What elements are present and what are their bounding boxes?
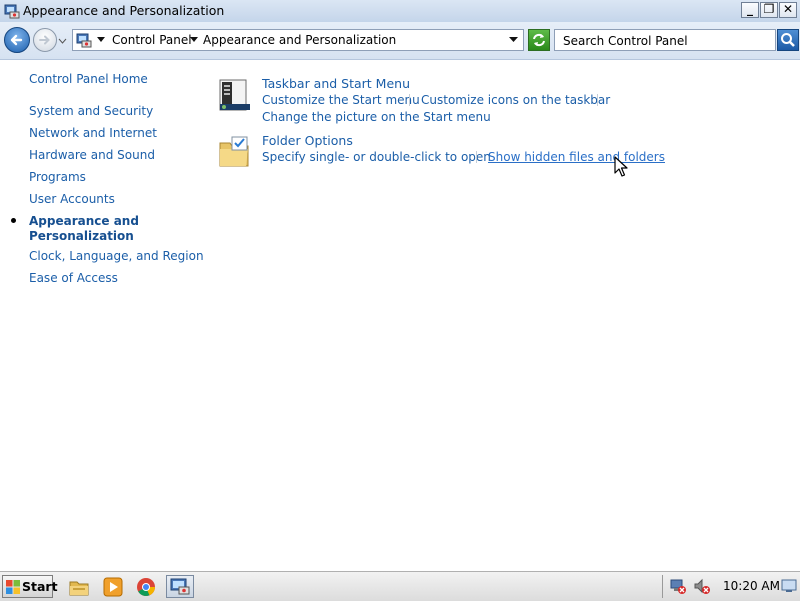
search-input[interactable]: Search Control Panel <box>554 29 776 51</box>
main-content: Taskbar and Start Menu Customize the Sta… <box>210 60 800 570</box>
breadcrumb-control-panel[interactable]: Control Panel <box>112 33 192 47</box>
sidebar-item-hardware-sound[interactable]: Hardware and Sound <box>29 148 155 162</box>
control-panel-home-link[interactable]: Control Panel Home <box>29 72 148 86</box>
sidebar-item-appearance-current[interactable]: Appearance and Personalization <box>29 214 139 244</box>
explorer-icon[interactable] <box>68 576 90 598</box>
task-customize-taskbar-icons[interactable]: Customize icons on the taskbar <box>421 93 610 107</box>
sidebar-item-clock-language-region[interactable]: Clock, Language, and Region <box>29 249 204 263</box>
sidebar-item-system-security[interactable]: System and Security <box>29 104 153 118</box>
forward-button[interactable] <box>33 28 57 52</box>
refresh-button[interactable] <box>528 29 550 51</box>
task-single-double-click[interactable]: Specify single- or double-click to open <box>262 150 491 164</box>
control-panel-icon <box>4 4 20 19</box>
recent-pages-dropdown[interactable] <box>58 37 67 45</box>
maximize-button[interactable]: ❐ <box>760 2 778 18</box>
arrow-right-icon <box>39 35 50 45</box>
address-bar[interactable]: Control Panel Appearance and Personaliza… <box>72 29 524 51</box>
navigation-bar: Control Panel Appearance and Personaliza… <box>0 22 800 60</box>
title-bar: Appearance and Personalization _ ❐ ✕ <box>0 0 800 23</box>
sidebar-item-ease-of-access[interactable]: Ease of Access <box>29 271 118 285</box>
taskbar-icon[interactable] <box>218 78 252 112</box>
task-separator <box>476 151 477 163</box>
back-button[interactable] <box>4 27 30 53</box>
sidebar-item-label: Appearance and <box>29 214 139 228</box>
task-separator <box>597 94 598 106</box>
clock[interactable]: 10:20 AM <box>723 579 780 593</box>
volume-muted-icon[interactable] <box>693 577 711 595</box>
start-label: Start <box>22 579 58 594</box>
category-taskbar-start-menu[interactable]: Taskbar and Start Menu <box>262 76 410 91</box>
chevron-down-icon[interactable] <box>97 37 105 43</box>
task-change-start-menu-picture[interactable]: Change the picture on the Start menu <box>262 110 491 124</box>
sidebar-item-user-accounts[interactable]: User Accounts <box>29 192 115 206</box>
control-panel-taskbar-button[interactable] <box>166 575 194 598</box>
task-customize-start-menu[interactable]: Customize the Start menu <box>262 93 420 107</box>
system-tray: 10:20 AM <box>662 575 798 598</box>
chrome-icon[interactable] <box>135 576 157 598</box>
network-disconnected-icon[interactable] <box>669 577 687 595</box>
left-navigation-pane: Control Panel Home System and Security N… <box>0 60 204 570</box>
task-show-hidden-files[interactable]: Show hidden files and folders <box>488 150 665 164</box>
start-button[interactable]: Start <box>2 575 58 598</box>
folder-options-icon[interactable] <box>218 135 252 169</box>
chevron-down-icon[interactable] <box>190 37 198 43</box>
search-button[interactable] <box>777 29 799 51</box>
search-icon <box>781 33 795 47</box>
arrow-left-icon <box>10 34 23 46</box>
address-dropdown-icon[interactable] <box>509 37 518 43</box>
sidebar-item-label: Personalization <box>29 229 134 243</box>
control-panel-icon <box>170 578 190 595</box>
control-panel-icon <box>76 33 92 48</box>
sidebar-item-programs[interactable]: Programs <box>29 170 86 184</box>
breadcrumb-appearance[interactable]: Appearance and Personalization <box>203 33 396 47</box>
sidebar-item-network-internet[interactable]: Network and Internet <box>29 126 157 140</box>
show-desktop-icon[interactable] <box>781 578 797 594</box>
windows-logo-icon <box>6 580 20 594</box>
category-folder-options[interactable]: Folder Options <box>262 133 353 148</box>
refresh-icon <box>533 33 545 47</box>
taskbar: Start 10:20 AM <box>0 571 800 601</box>
task-separator <box>409 94 410 106</box>
window-title: Appearance and Personalization <box>23 3 225 18</box>
mouse-pointer-icon <box>614 156 628 177</box>
minimize-button[interactable]: _ <box>741 2 759 18</box>
current-item-bullet <box>11 218 16 223</box>
close-button[interactable]: ✕ <box>779 2 797 18</box>
media-player-icon[interactable] <box>102 576 124 598</box>
